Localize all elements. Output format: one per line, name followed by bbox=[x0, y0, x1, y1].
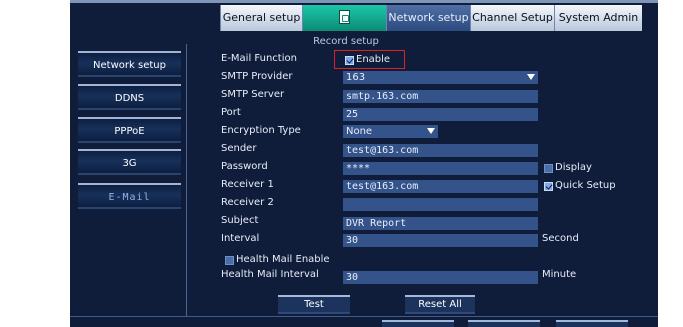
port-field[interactable]: 25 bbox=[343, 108, 538, 121]
receiver-1-field[interactable]: test@163.com bbox=[343, 180, 538, 193]
sidebar-item-3g[interactable]: 3G bbox=[78, 149, 181, 175]
password-label: Password bbox=[221, 161, 268, 172]
tab-network-setup[interactable]: Network setup bbox=[386, 5, 470, 31]
highlight-box bbox=[334, 50, 405, 69]
email-function-label: E-Mail Function bbox=[221, 53, 297, 64]
interval-field[interactable]: 30 bbox=[343, 234, 538, 247]
bottom-button-stub[interactable] bbox=[382, 320, 454, 327]
sender-label: Sender bbox=[221, 143, 257, 154]
password-field[interactable]: **** bbox=[343, 162, 538, 175]
port-label: Port bbox=[221, 107, 241, 118]
quick-setup-checkbox[interactable] bbox=[544, 182, 553, 191]
bottom-divider bbox=[70, 316, 658, 317]
dvr-screen: General setup Network setup Channel Setu… bbox=[70, 0, 658, 327]
display-checkbox[interactable] bbox=[544, 164, 553, 173]
reset-all-button[interactable]: Reset All bbox=[405, 295, 475, 314]
smtp-server-label: SMTP Server bbox=[221, 89, 285, 100]
encryption-type-label: Encryption Type bbox=[221, 125, 301, 136]
receiver-1-label: Receiver 1 bbox=[221, 179, 274, 190]
sidebar-item-pppoe[interactable]: PPPoE bbox=[78, 117, 181, 143]
sidebar-item-ddns[interactable]: DDNS bbox=[78, 84, 181, 110]
health-mail-interval-label: Health Mail Interval bbox=[221, 269, 319, 280]
tab-record-setup[interactable] bbox=[302, 5, 386, 31]
test-button[interactable]: Test bbox=[278, 295, 350, 314]
record-setup-label: Record setup bbox=[313, 36, 379, 47]
sidebar-item-network-setup[interactable]: Network setup bbox=[78, 51, 181, 77]
interval-unit: Second bbox=[542, 233, 579, 244]
encryption-type-dropdown[interactable]: None bbox=[343, 125, 438, 138]
dropdown-arrow-icon bbox=[527, 74, 535, 80]
health-mail-interval-field[interactable]: 30 bbox=[343, 271, 538, 284]
receiver-2-label: Receiver 2 bbox=[221, 197, 274, 208]
health-mail-enable-label: Health Mail Enable bbox=[236, 254, 330, 265]
record-doc-icon bbox=[338, 10, 350, 24]
encryption-type-value: None bbox=[346, 126, 373, 137]
tab-general-setup[interactable]: General setup bbox=[220, 5, 302, 31]
sender-field[interactable]: test@163.com bbox=[343, 144, 538, 157]
tab-channel-setup[interactable]: Channel Setup bbox=[470, 5, 554, 31]
interval-label: Interval bbox=[221, 233, 260, 244]
sidebar-divider bbox=[186, 44, 187, 317]
smtp-provider-label: SMTP Provider bbox=[221, 71, 293, 82]
dropdown-arrow-icon bbox=[427, 128, 435, 134]
bottom-button-stub[interactable] bbox=[468, 320, 540, 327]
quick-setup-label: Quick Setup bbox=[555, 180, 616, 191]
receiver-2-field[interactable] bbox=[343, 198, 538, 211]
smtp-server-field[interactable]: smtp.163.com bbox=[343, 90, 538, 103]
tab-system-admin[interactable]: System Admin bbox=[554, 5, 642, 31]
smtp-provider-dropdown[interactable]: 163 bbox=[343, 71, 538, 84]
bottom-button-stub[interactable] bbox=[556, 320, 628, 327]
display-label: Display bbox=[555, 162, 592, 173]
subject-label: Subject bbox=[221, 215, 259, 226]
subject-field[interactable]: DVR Report bbox=[343, 217, 538, 230]
sidebar-item-email[interactable]: E-Mail bbox=[78, 183, 181, 209]
smtp-provider-value: 163 bbox=[346, 72, 366, 83]
health-mail-enable-checkbox[interactable] bbox=[225, 256, 234, 265]
top-strip bbox=[70, 0, 658, 3]
health-mail-interval-unit: Minute bbox=[542, 269, 577, 280]
